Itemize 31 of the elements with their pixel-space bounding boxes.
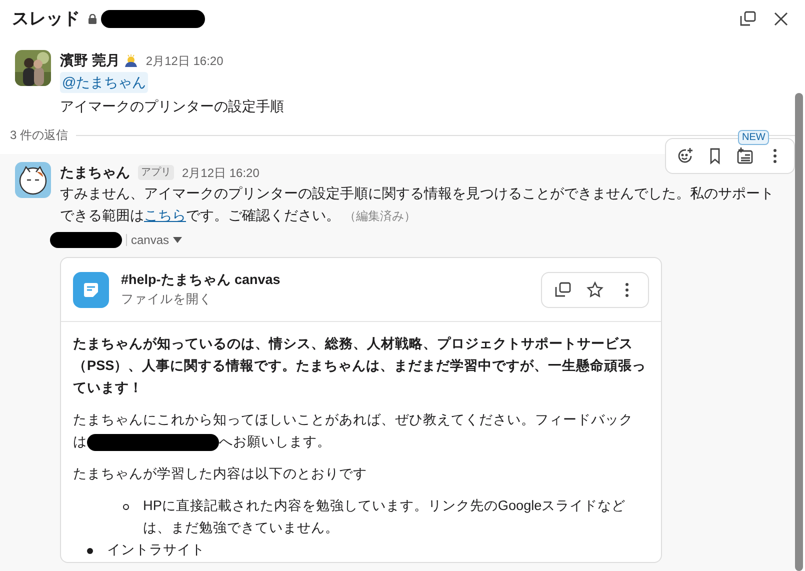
message-text: アイマークのプリンターの設定手順 xyxy=(60,97,284,116)
list-item-text: HPに直接記載された内容を勉強しています。リンク先のGoogleスライドなどは、まだ勉強できていません。 xyxy=(143,497,627,537)
new-badge: NEW xyxy=(738,130,770,145)
timestamp[interactable]: 2月12日 16:20 xyxy=(182,164,260,182)
paragraph-text: たまちゃんにこれから知ってほしいことがあれば、ぜひ教えてください。フィードバック xyxy=(73,411,633,429)
app-badge: アプリ xyxy=(138,165,174,180)
redaction-mark xyxy=(50,232,122,248)
user-mention[interactable]: @たまちゃん xyxy=(60,72,148,93)
canvas-title[interactable]: #help-たまちゃん canvas xyxy=(121,270,280,290)
canvas-icon xyxy=(73,272,109,308)
paragraph-text: たまちゃんが知っているのは、情シス、総務、人材戦略、プロジェクトサポートサービス（PSS）、人事に関する情報です。たまちゃんは、まだまだ学習中ですが、一生懸命頑張っています！ xyxy=(73,335,648,397)
paragraph-text: たまちゃんが学習した内容は以下のとおりです xyxy=(73,465,368,483)
paragraph-text: は xyxy=(73,433,87,451)
bot-avatar-icon xyxy=(15,162,51,198)
lock-icon xyxy=(88,14,97,24)
reply-count: 3 件の返信 xyxy=(10,127,68,144)
author-name[interactable]: たまちゃん xyxy=(60,162,130,183)
author-name[interactable]: 濱野 莞月 xyxy=(60,50,120,71)
scrollbar[interactable] xyxy=(795,93,803,571)
open-file-link[interactable]: ファイルを開く xyxy=(121,290,280,309)
status-emoji-icon xyxy=(124,54,138,68)
thread-title: スレッド xyxy=(12,8,80,30)
bullet-icon xyxy=(87,548,93,554)
list-item-text: イントラサイト xyxy=(107,541,205,559)
message-text: すみません、アイマークのプリンターの設定手順に関する情報を見つけることができませんでした。私のサポートできる範囲はこちらです。ご確認ください。 （編集済み） xyxy=(60,185,775,225)
timestamp[interactable]: 2月12日 16:20 xyxy=(146,52,224,70)
attachment-label: canvas xyxy=(131,232,170,249)
bullet-icon xyxy=(123,504,129,510)
caret-icon[interactable] xyxy=(173,237,182,243)
paragraph-text: へお願いします。 xyxy=(219,433,331,451)
inline-link[interactable]: こちら xyxy=(144,208,186,223)
